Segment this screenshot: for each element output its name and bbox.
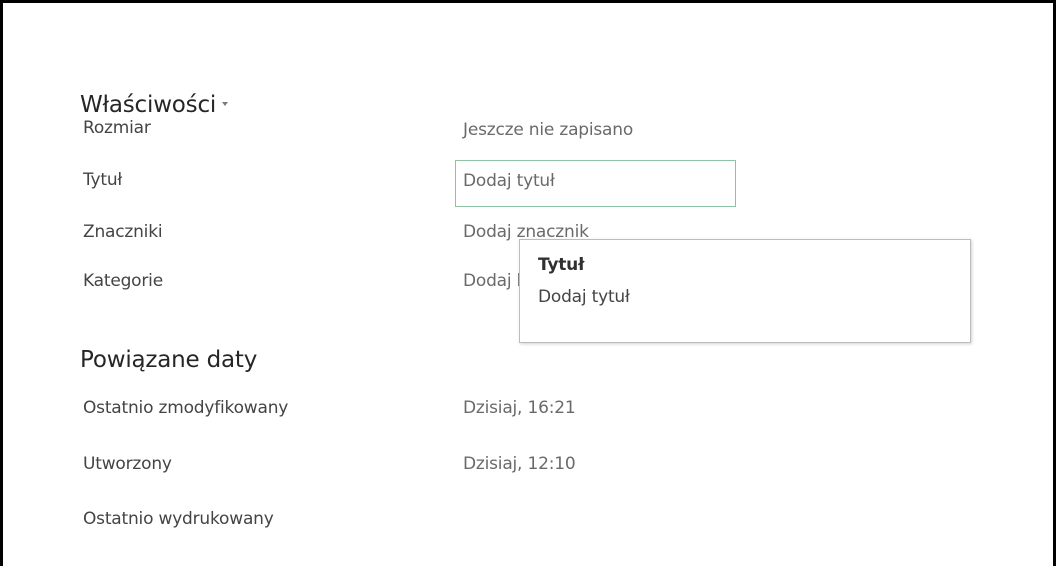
tags-label: Znaczniki <box>83 222 163 242</box>
properties-title: Właściwości <box>80 92 217 118</box>
last-modified-value: Dzisiaj, 16:21 <box>463 398 576 418</box>
created-label: Utworzony <box>83 454 172 474</box>
related-dates-title: Powiązane daty <box>80 347 258 373</box>
size-label: Rozmiar <box>83 118 151 138</box>
categories-label: Kategorie <box>83 271 163 291</box>
chevron-down-icon[interactable] <box>222 101 229 106</box>
tooltip-title: Tytuł <box>538 255 585 275</box>
size-value: Jeszcze nie zapisano <box>463 120 634 140</box>
title-input[interactable]: Dodaj tytuł <box>455 160 736 207</box>
last-printed-label: Ostatnio wydrukowany <box>83 509 274 529</box>
tooltip-text: Dodaj tytuł <box>538 287 630 307</box>
last-modified-label: Ostatnio zmodyfikowany <box>83 398 289 418</box>
title-label: Tytuł <box>83 170 123 190</box>
properties-header[interactable]: Właściwości <box>80 92 229 118</box>
title-tooltip: Tytuł Dodaj tytuł <box>519 239 971 343</box>
created-value: Dzisiaj, 12:10 <box>463 454 576 474</box>
